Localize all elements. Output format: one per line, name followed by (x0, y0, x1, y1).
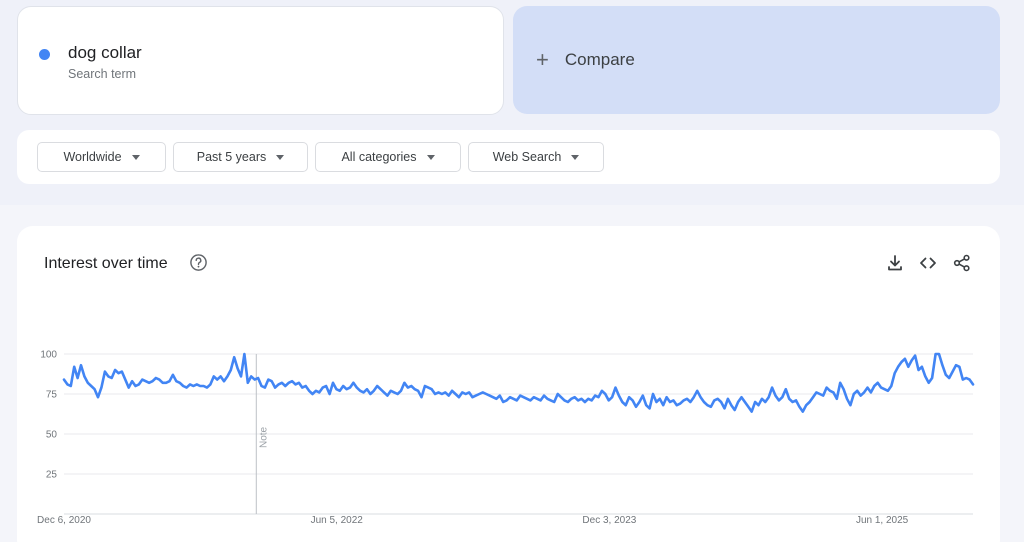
interest-chart: 25 50 75 100 Dec 6, 2020 Jun 5, 2022 Dec 3, 2… (37, 350, 975, 526)
search-term-card[interactable]: dog collar Search term (17, 6, 504, 115)
filter-location-label: Worldwide (63, 150, 122, 164)
plus-icon: + (536, 47, 549, 72)
filter-category-dropdown[interactable]: All categories (315, 142, 461, 172)
filter-bar: Worldwide Past 5 years All categories We… (17, 130, 1000, 184)
caret-down-icon (131, 154, 140, 160)
filter-category-label: All categories (341, 150, 417, 164)
compare-button[interactable]: + Compare (513, 6, 1000, 114)
x-tick-label: Jun 5, 2022 (311, 515, 364, 526)
note-label[interactable]: Note (258, 426, 269, 448)
y-tick-label: 50 (46, 430, 58, 441)
chart-series (62, 352, 975, 413)
filter-search-type-dropdown[interactable]: Web Search (468, 142, 604, 172)
y-tick-label: 75 (46, 390, 58, 401)
filter-location-dropdown[interactable]: Worldwide (37, 142, 166, 172)
y-tick-label: 100 (40, 350, 57, 361)
caret-down-icon (426, 154, 435, 160)
search-term-name[interactable]: dog collar (68, 43, 142, 63)
compare-label: Compare (564, 50, 635, 69)
interest-over-time-card: Interest over time 25 50 75 100 Dec 6, 2020… (17, 226, 1000, 542)
series-line-dog-collar (62, 352, 975, 413)
chart-grid (64, 353, 973, 515)
x-tick-label: Jun 1, 2025 (856, 515, 909, 526)
filter-search-type-label: Web Search (492, 150, 562, 164)
y-tick-label: 25 (46, 470, 58, 481)
search-term-subtitle: Search term (68, 67, 137, 81)
x-tick-label: Dec 6, 2020 (37, 515, 91, 526)
filter-time-range-label: Past 5 years (196, 150, 267, 164)
caret-down-icon (276, 154, 285, 160)
series-color-dot (39, 49, 50, 60)
y-axis-ticks: 25 50 75 100 (40, 350, 57, 481)
caret-down-icon (571, 154, 580, 160)
filter-time-range-dropdown[interactable]: Past 5 years (173, 142, 308, 172)
x-axis-ticks: Dec 6, 2020 Jun 5, 2022 Dec 3, 2023 Jun 1, … (37, 515, 909, 526)
x-tick-label: Dec 3, 2023 (582, 515, 636, 526)
